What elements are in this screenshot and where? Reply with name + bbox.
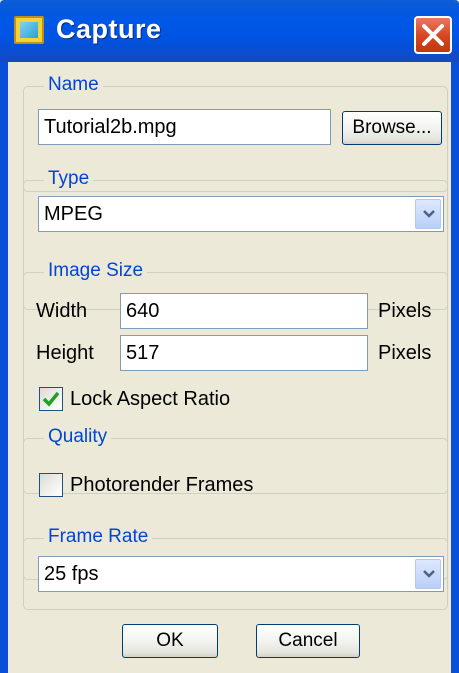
- image-size-group-label: Image Size: [44, 259, 148, 283]
- frame-rate-group-label: Frame Rate: [44, 525, 153, 549]
- frame-rate-dropdown-button[interactable]: [415, 559, 441, 589]
- type-group-label: Type: [44, 167, 94, 191]
- width-input[interactable]: 640: [120, 293, 368, 329]
- capture-dialog: Capture Name Tutorial2b.mpg Browse... Ty…: [0, 0, 459, 673]
- name-group-label: Name: [44, 73, 103, 97]
- photorender-label[interactable]: Photorender Frames: [70, 473, 253, 497]
- type-select[interactable]: MPEG: [38, 196, 444, 232]
- capture-app-icon: [14, 16, 44, 44]
- type-dropdown-button[interactable]: [415, 199, 441, 229]
- type-select-value: MPEG: [44, 203, 103, 225]
- chevron-down-icon: [423, 570, 435, 578]
- cancel-button[interactable]: Cancel: [256, 624, 360, 658]
- height-label: Height: [36, 342, 94, 364]
- title-bar[interactable]: Capture: [0, 0, 459, 62]
- close-button[interactable]: [414, 16, 452, 54]
- window-border-right: [451, 62, 459, 673]
- browse-button[interactable]: Browse...: [342, 111, 442, 145]
- dialog-body: Name Tutorial2b.mpg Browse... Type MPEG …: [8, 62, 451, 673]
- window-border-left: [0, 62, 8, 673]
- close-icon: [422, 24, 444, 46]
- quality-group-label: Quality: [44, 425, 112, 449]
- lock-aspect-label[interactable]: Lock Aspect Ratio: [70, 387, 230, 411]
- window-title: Capture: [56, 14, 162, 44]
- width-unit: Pixels: [378, 300, 432, 322]
- height-input[interactable]: 517: [120, 335, 368, 371]
- ok-button[interactable]: OK: [122, 624, 218, 658]
- check-icon: [42, 391, 60, 407]
- photorender-checkbox[interactable]: [39, 473, 63, 497]
- chevron-down-icon: [423, 210, 435, 218]
- width-label: Width: [36, 300, 88, 322]
- frame-rate-group: Frame Rate 25 fps: [23, 525, 448, 610]
- frame-rate-select-value: 25 fps: [44, 563, 99, 585]
- lock-aspect-checkbox[interactable]: [39, 387, 63, 411]
- frame-rate-select[interactable]: 25 fps: [38, 556, 444, 592]
- height-unit: Pixels: [378, 342, 432, 364]
- filename-input[interactable]: Tutorial2b.mpg: [38, 109, 331, 145]
